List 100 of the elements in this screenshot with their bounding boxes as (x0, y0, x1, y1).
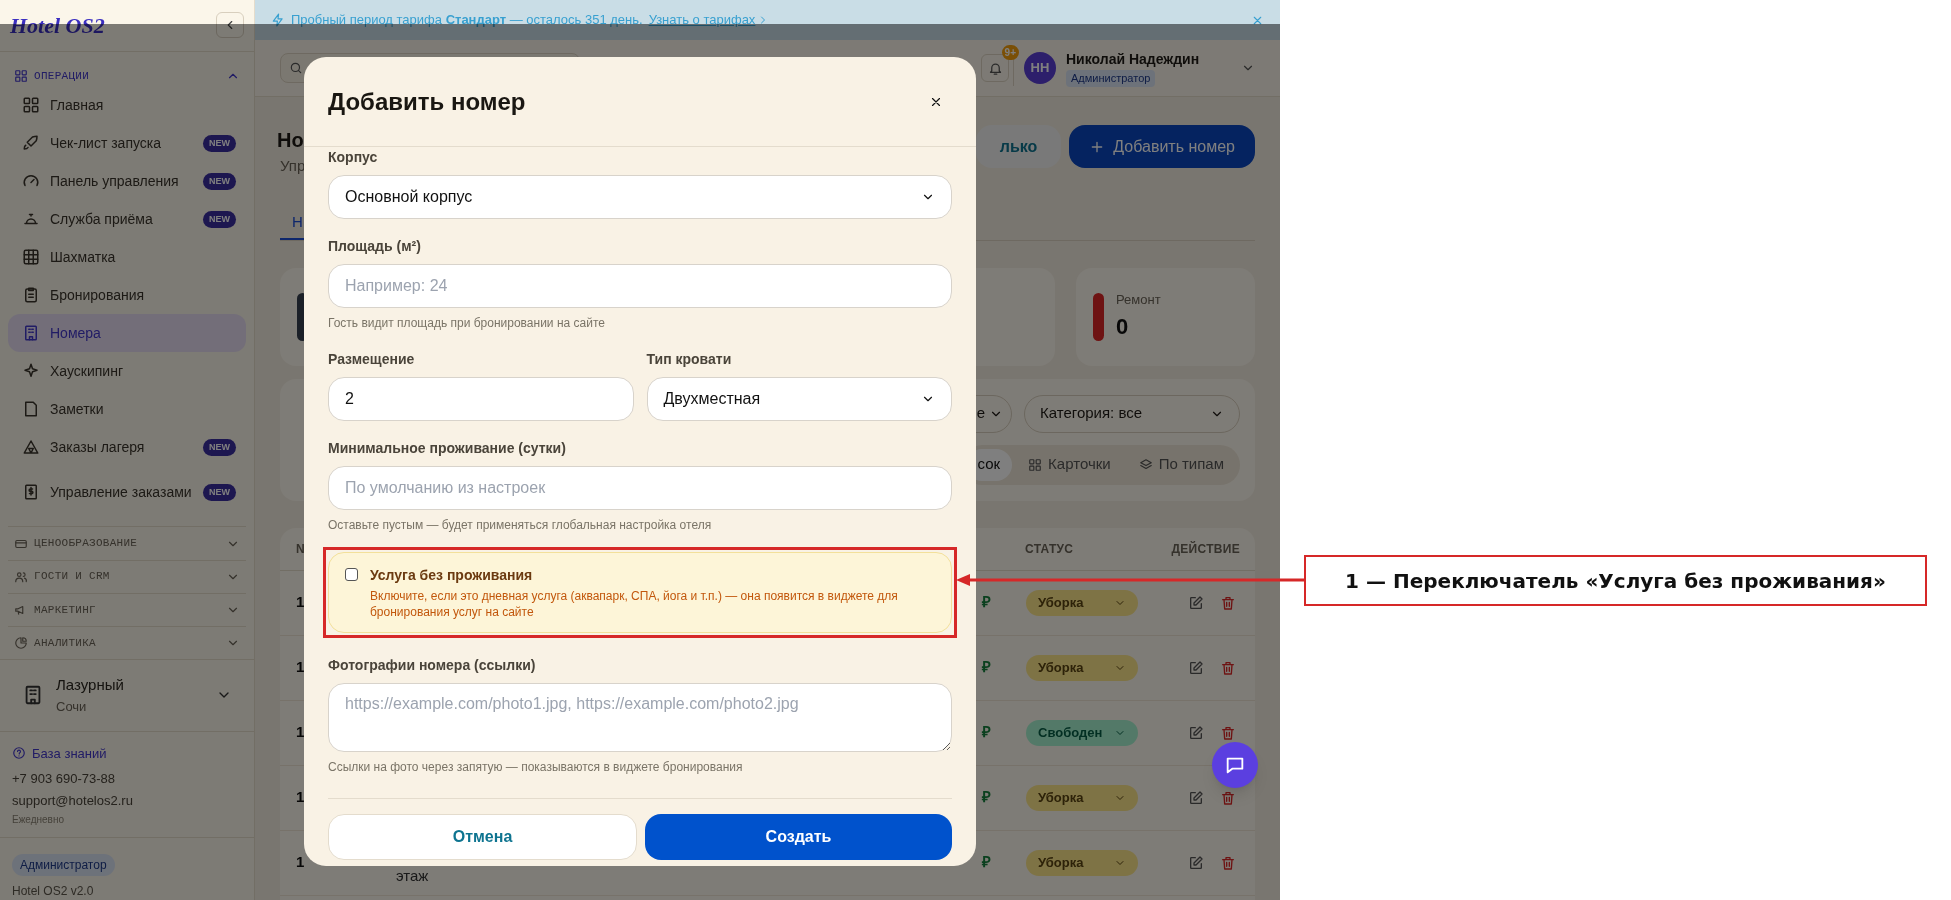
layers-icon (1138, 457, 1153, 472)
new-badge: NEW (203, 438, 236, 457)
edit-icon[interactable] (1188, 854, 1204, 871)
sidebar-item[interactable]: Заказы лагеря NEW (8, 428, 246, 467)
hours-text: Ежедневно (12, 813, 66, 827)
table-grid-icon (22, 248, 40, 267)
checkbox[interactable] (345, 568, 358, 581)
email-text: support@hotelos2.ru (12, 791, 134, 810)
field-label: Тип кровати (646, 350, 733, 369)
sidebar-item[interactable]: Шахматка (8, 238, 246, 277)
table-cell: 1 (296, 853, 305, 871)
add-room-button[interactable]: Добавить номер (1069, 125, 1255, 168)
filter-select[interactable]: Категория: все (1024, 394, 1240, 433)
hotel-selector[interactable]: Лазурный Сочи (0, 660, 254, 732)
status-select[interactable]: Уборка (1026, 589, 1138, 616)
help-link[interactable]: База знаний (12, 743, 242, 763)
sidebar-item[interactable]: Главная (8, 86, 246, 125)
sidebar-item[interactable]: Номера (8, 314, 246, 353)
tent-icon (22, 438, 40, 457)
trash-icon[interactable] (1220, 789, 1236, 806)
sidebar-item[interactable]: Заметки (8, 390, 246, 429)
section-header[interactable]: ОПЕРАЦИИ (8, 65, 246, 87)
trash-icon[interactable] (1220, 854, 1236, 871)
field-label: Фотографии номера (ссылки) (328, 656, 537, 675)
banner-text: Пробный период тарифа Стандарт — осталось 351 день. (291, 11, 643, 30)
user-avatar: НН (1024, 52, 1056, 84)
modal-title: Добавить номер (328, 86, 526, 117)
hint-text: Ссылки на фото через запятую — показываются в виджете бронирования (328, 759, 744, 776)
table-cell: 1 (296, 593, 305, 611)
status-select[interactable]: Уборка (1026, 784, 1138, 811)
status-select[interactable]: Уборка (1026, 849, 1138, 876)
price-cell-text: ₽ (981, 787, 991, 808)
role-badge: Администратор (12, 854, 115, 876)
trash-icon[interactable] (1220, 659, 1236, 676)
notification-badge: 9+ (1001, 45, 1019, 60)
users-icon (14, 569, 28, 584)
column-header: СТАТУС (1025, 540, 1075, 558)
option-description: Включите, если это дневная услуга (аквапарк, СПА, йога и т.п.) — она появится в виджете для бронирования услуг на сайте (370, 588, 899, 620)
section-header[interactable]: АНАЛИТИКА (8, 625, 246, 660)
edit-icon[interactable] (1188, 789, 1204, 806)
grid-icon (22, 96, 40, 115)
pricing-link[interactable]: Узнать о тарифах (648, 10, 770, 30)
sidebar-item[interactable]: Бронирования (8, 276, 246, 315)
input-field[interactable]: Например: 24 (328, 264, 952, 308)
sidebar-item[interactable]: Чек-лист запуска NEW (8, 124, 246, 163)
building-icon (22, 324, 40, 343)
grid-icon (14, 69, 28, 84)
price-cell-text: ₽ (981, 592, 991, 613)
page-title: Но (277, 128, 304, 153)
field-label: Размещение (328, 350, 416, 369)
rocket-icon (22, 134, 40, 153)
receipt-icon (22, 483, 40, 502)
section-header[interactable]: ЦЕНООБРАЗОВАНИЕ (8, 526, 246, 560)
notification-bell-icon (987, 60, 1003, 76)
option-label: Услуга без проживания (370, 566, 534, 585)
edit-icon[interactable] (1188, 724, 1204, 741)
price-cell-text: ₽ (981, 722, 991, 743)
section-header[interactable]: МАРКЕТИНГ (8, 592, 246, 626)
table-cell: 1 (296, 658, 305, 676)
help-circle-icon (12, 746, 26, 761)
status-select[interactable]: Уборка (1026, 654, 1138, 681)
clipboard-icon (22, 286, 40, 305)
section-header[interactable]: ГОСТИ И CRM (8, 559, 246, 593)
input-field[interactable]: 2 (328, 377, 634, 421)
table-cell: 1 (296, 723, 305, 741)
stat-label: Ремонт (1116, 291, 1161, 310)
select-field[interactable]: Двухместная (646, 377, 952, 421)
phone-text: +7 903 690-73-88 (12, 770, 116, 788)
sidebar-item[interactable]: Служба приёма NEW (8, 200, 246, 239)
sidebar-item[interactable]: Панель управления NEW (8, 162, 246, 201)
edit-icon[interactable] (1188, 594, 1204, 611)
input-field[interactable]: По умолчанию из настроек (328, 466, 952, 510)
edit-icon[interactable] (1188, 659, 1204, 676)
sidebar-item[interactable]: Хаускипинг (8, 352, 246, 391)
textarea-field[interactable]: https://example.com/photo1.jpg, https://example.com/photo2.jpg (328, 683, 952, 752)
grid-icon (1028, 457, 1043, 472)
create-button[interactable]: Создать (645, 814, 952, 860)
new-badge: NEW (203, 483, 236, 502)
price-cell-text: ₽ (981, 852, 991, 873)
role-badge: Администратор (1066, 70, 1156, 87)
annotation-label: 1 — Переключатель «Услуга без проживания» (1304, 555, 1927, 606)
view-option[interactable]: По типам (1126, 448, 1236, 481)
collapse-button[interactable] (216, 12, 244, 39)
file-icon (22, 400, 40, 419)
hint-text: Гость видит площадь при бронировании на сайте (328, 315, 606, 332)
trash-icon[interactable] (1220, 724, 1236, 741)
view-option[interactable]: Карточки (1016, 448, 1123, 481)
new-badge: NEW (203, 210, 236, 229)
column-header: ДЕЙСТВИЕ (1170, 540, 1241, 558)
user-name: Николай Надеждин (1066, 50, 1200, 70)
column-header: N (296, 541, 305, 556)
new-badge: NEW (203, 172, 236, 191)
hint-text: Оставьте пустым — будет применяться глобальная настройка отеля (328, 517, 713, 534)
trash-icon[interactable] (1220, 594, 1236, 611)
field-label: Минимальное проживание (сутки) (328, 439, 567, 458)
secondary-button[interactable]: лько (975, 125, 1062, 168)
sidebar-item[interactable]: Управление заказами NEW (8, 466, 246, 519)
select-field[interactable]: Основной корпус (328, 175, 952, 219)
status-select[interactable]: Свободен (1026, 719, 1138, 746)
cancel-button[interactable]: Отмена (328, 814, 637, 860)
